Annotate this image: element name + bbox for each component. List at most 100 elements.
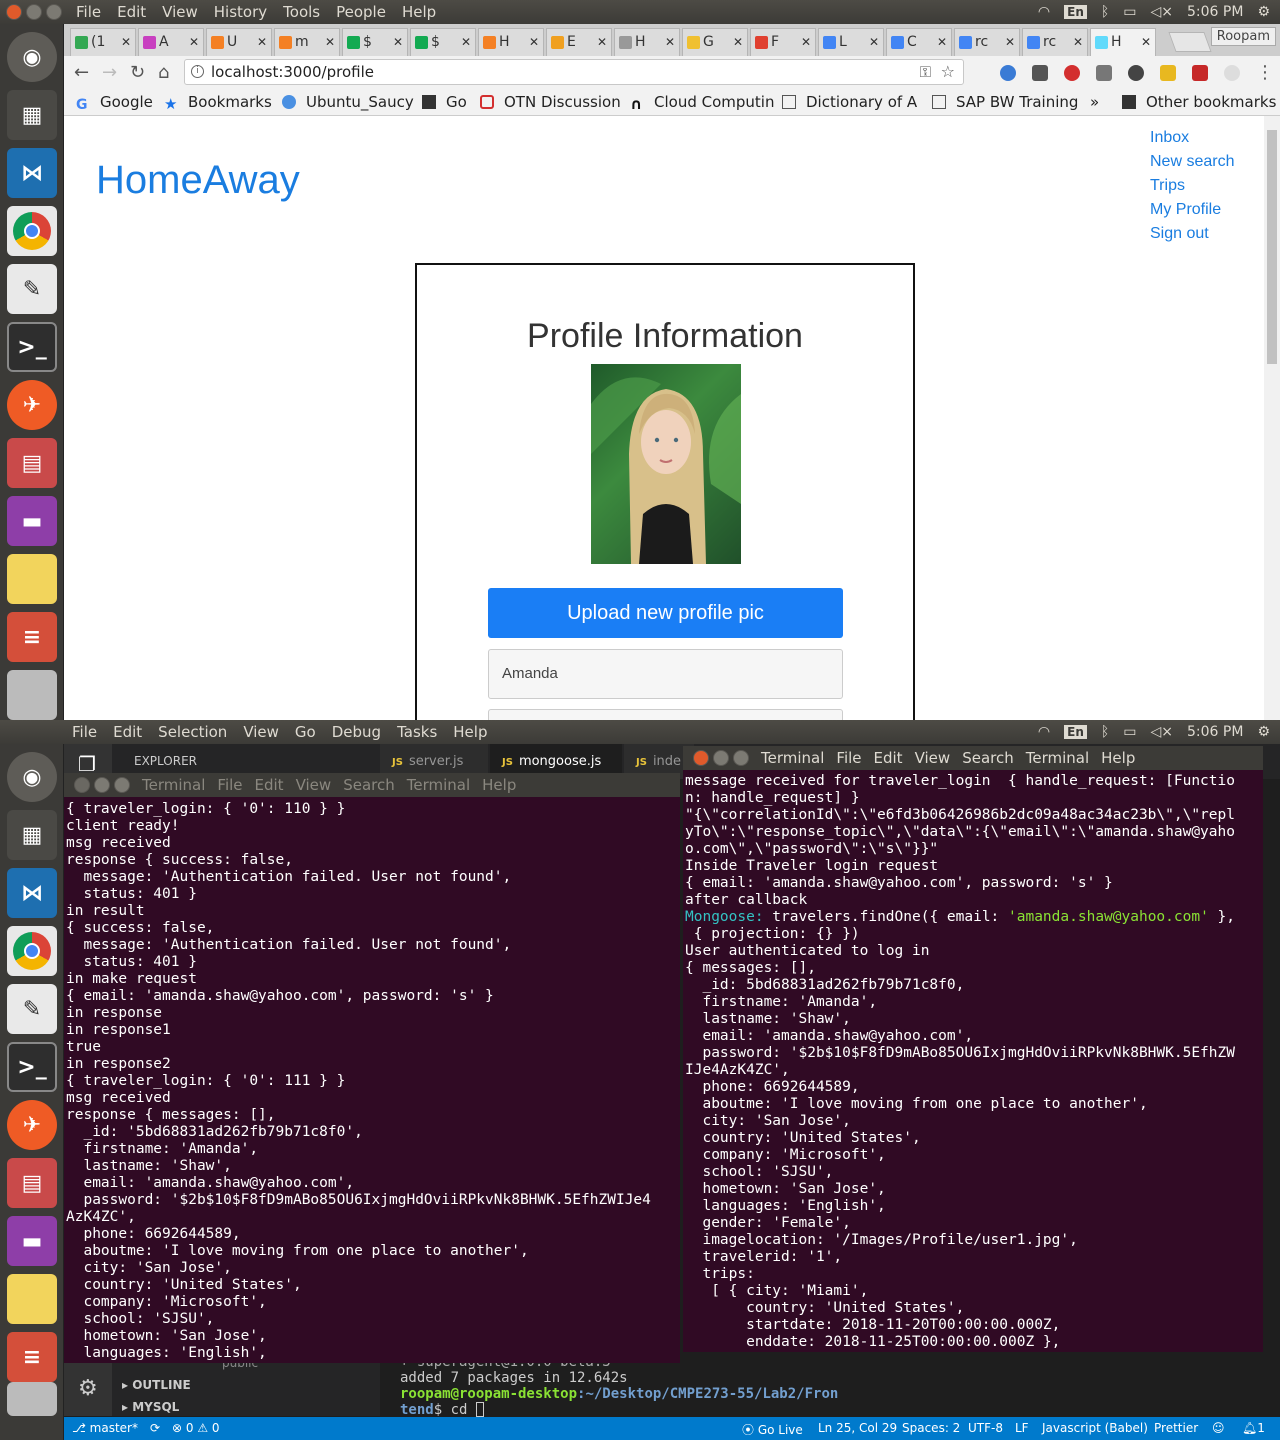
trash-launcher-icon[interactable] xyxy=(7,1382,57,1416)
tab-close-icon[interactable]: ✕ xyxy=(189,29,199,55)
chrome-menu-item-3[interactable]: History xyxy=(214,3,267,21)
tab-close-icon[interactable]: ✕ xyxy=(1141,29,1151,55)
terminal-menu-item-6[interactable]: Help xyxy=(482,776,516,794)
bookmark-google[interactable]: G Google xyxy=(76,93,153,111)
bookmark-ubuntu-saucy[interactable]: Ubuntu_Saucy xyxy=(282,93,414,111)
extension-icon[interactable] xyxy=(1192,65,1208,81)
close-window-icon[interactable] xyxy=(6,4,22,20)
nav-sign-out[interactable]: Sign out xyxy=(1150,222,1234,246)
extension-icon[interactable] xyxy=(1000,65,1016,81)
chrome-launcher-icon[interactable] xyxy=(7,206,57,256)
tab-close-icon[interactable]: ✕ xyxy=(1005,29,1015,55)
terminal-window-controls[interactable] xyxy=(74,777,134,793)
ubuntu-dash-icon[interactable]: ◉ xyxy=(7,32,57,82)
nav-my-profile[interactable]: My Profile xyxy=(1150,198,1234,222)
sticky-notes-launcher-icon[interactable] xyxy=(7,554,57,604)
terminal-menu-item-1[interactable]: File xyxy=(217,776,242,794)
browser-tab[interactable]: L ✕ xyxy=(818,28,884,56)
vscode-menu-item-1[interactable]: Edit xyxy=(113,723,142,741)
window-controls[interactable] xyxy=(6,4,66,20)
terminal-launcher-icon[interactable]: >_ xyxy=(7,1042,57,1092)
tab-close-icon[interactable]: ✕ xyxy=(733,29,743,55)
files-launcher-icon[interactable]: ▤ xyxy=(7,1158,57,1208)
stacked-apps-launcher-icon[interactable]: ≡ xyxy=(7,1332,57,1382)
extension-icon[interactable] xyxy=(1160,65,1176,81)
bookmark-go[interactable]: Go xyxy=(422,93,467,111)
terminal-menu-item-2[interactable]: Edit xyxy=(874,749,903,767)
upload-profile-pic-button[interactable]: Upload new profile pic xyxy=(488,588,843,638)
text-editor-launcher-icon[interactable]: ✎ xyxy=(7,984,57,1034)
text-editor-launcher-icon[interactable]: ✎ xyxy=(7,264,57,314)
indentation[interactable]: Spaces: 2 xyxy=(902,1421,960,1435)
vscode-menu-item-3[interactable]: View xyxy=(243,723,279,741)
terminal-menu-item-5[interactable]: Terminal xyxy=(407,776,470,794)
browser-tab[interactable]: U ✕ xyxy=(206,28,272,56)
tab-close-icon[interactable]: ✕ xyxy=(665,29,675,55)
integrated-terminal[interactable]: + superagent@1.0.0-beta.3 added 7 packag… xyxy=(394,1354,854,1418)
browser-tab[interactable]: E ✕ xyxy=(546,28,612,56)
bookmark-dictionary[interactable]: Dictionary of Al xyxy=(782,93,918,111)
language-mode[interactable]: Javascript (Babel) xyxy=(1042,1421,1148,1435)
workspace-switcher-icon[interactable]: ▦ xyxy=(7,90,57,140)
wifi-icon[interactable]: ◠ xyxy=(1038,4,1050,20)
problems-indicator[interactable]: ⊗ 0 ⚠ 0 xyxy=(172,1421,220,1435)
close-window-icon[interactable] xyxy=(74,777,90,793)
browser-tab[interactable]: (1 ✕ xyxy=(70,28,136,56)
tab-close-icon[interactable]: ✕ xyxy=(529,29,539,55)
bookmark-star-icon[interactable]: ☆ xyxy=(941,60,955,84)
terminal-window-right[interactable]: Terminal File Edit View Search Terminal Help m… xyxy=(683,746,1263,1352)
bookmark-bookmarks[interactable]: ★ Bookmarks xyxy=(164,93,272,111)
workspace-switcher-icon[interactable]: ▦ xyxy=(7,810,57,860)
clock[interactable]: 5:06 PM xyxy=(1187,4,1243,20)
bookmark-cloud-computing[interactable]: ∩ Cloud Computin xyxy=(630,93,774,111)
terminal-window-controls[interactable] xyxy=(693,750,753,766)
bookmarks-overflow-chevron[interactable]: » xyxy=(1090,93,1099,111)
browser-tab[interactable]: H ✕ xyxy=(1090,28,1156,56)
tab-close-icon[interactable]: ✕ xyxy=(121,29,131,55)
keyboard-lang-indicator[interactable]: En xyxy=(1064,725,1087,739)
browser-tab[interactable]: m ✕ xyxy=(274,28,340,56)
terminal-menu-item-5[interactable]: Terminal xyxy=(1026,749,1089,767)
nav-new-search[interactable]: New search xyxy=(1150,150,1234,174)
browser-tab[interactable]: H ✕ xyxy=(478,28,544,56)
chrome-menu-item-6[interactable]: Help xyxy=(402,3,436,21)
chrome-menu-item-4[interactable]: Tools xyxy=(283,3,320,21)
new-tab-button[interactable] xyxy=(1168,32,1212,52)
extension-icon[interactable] xyxy=(1224,65,1240,81)
browser-tab[interactable]: rc ✕ xyxy=(1022,28,1088,56)
bookmark-other-bookmarks[interactable]: Other bookmarks xyxy=(1122,93,1276,111)
reload-icon[interactable]: ↻ xyxy=(130,62,145,83)
outline-section[interactable]: ▸ OUTLINE xyxy=(122,1378,191,1392)
browser-tab[interactable]: H ✕ xyxy=(614,28,680,56)
page-scrollbar[interactable] xyxy=(1264,116,1280,720)
trash-launcher-icon[interactable] xyxy=(7,670,57,720)
app-launcher-icon[interactable]: ▬ xyxy=(7,496,57,546)
vscode-menu-item-0[interactable]: File xyxy=(72,723,97,741)
settings-gear-icon[interactable]: ⚙ xyxy=(78,1376,98,1401)
vscode-launcher-icon[interactable]: ⋈ xyxy=(7,148,57,198)
tab-close-icon[interactable]: ✕ xyxy=(1073,29,1083,55)
volume-icon[interactable]: ◁× xyxy=(1151,4,1174,20)
chrome-menu-icon[interactable]: ⋮ xyxy=(1256,62,1274,83)
browser-tab[interactable]: A ✕ xyxy=(138,28,204,56)
tab-close-icon[interactable]: ✕ xyxy=(597,29,607,55)
site-info-icon[interactable]: i xyxy=(191,65,204,78)
terminal-menu-item-1[interactable]: File xyxy=(836,749,861,767)
tab-close-icon[interactable]: ✕ xyxy=(393,29,403,55)
clock[interactable]: 5:06 PM xyxy=(1187,724,1243,740)
forward-arrow-icon[interactable]: → xyxy=(102,62,117,83)
nav-trips[interactable]: Trips xyxy=(1150,174,1234,198)
terminal-window-left[interactable]: Terminal File Edit View Search Terminal Help {… xyxy=(64,773,680,1363)
app-launcher-icon[interactable]: ▬ xyxy=(7,1216,57,1266)
terminal-launcher-icon[interactable]: >_ xyxy=(7,322,57,372)
line-endings[interactable]: LF xyxy=(1015,1421,1029,1435)
go-live-button[interactable]: ⦿ Go Live xyxy=(742,1421,803,1438)
bluetooth-icon[interactable]: ᛒ xyxy=(1101,724,1109,740)
browser-tab[interactable]: G ✕ xyxy=(682,28,748,56)
chrome-launcher-icon[interactable] xyxy=(7,926,57,976)
terminal-menu-item-4[interactable]: Search xyxy=(962,749,1014,767)
chrome-menu-item-1[interactable]: Edit xyxy=(117,3,146,21)
terminal-menu-item-4[interactable]: Search xyxy=(343,776,395,794)
vscode-menu-item-2[interactable]: Selection xyxy=(158,723,227,741)
scrollbar-thumb[interactable] xyxy=(1267,130,1277,364)
